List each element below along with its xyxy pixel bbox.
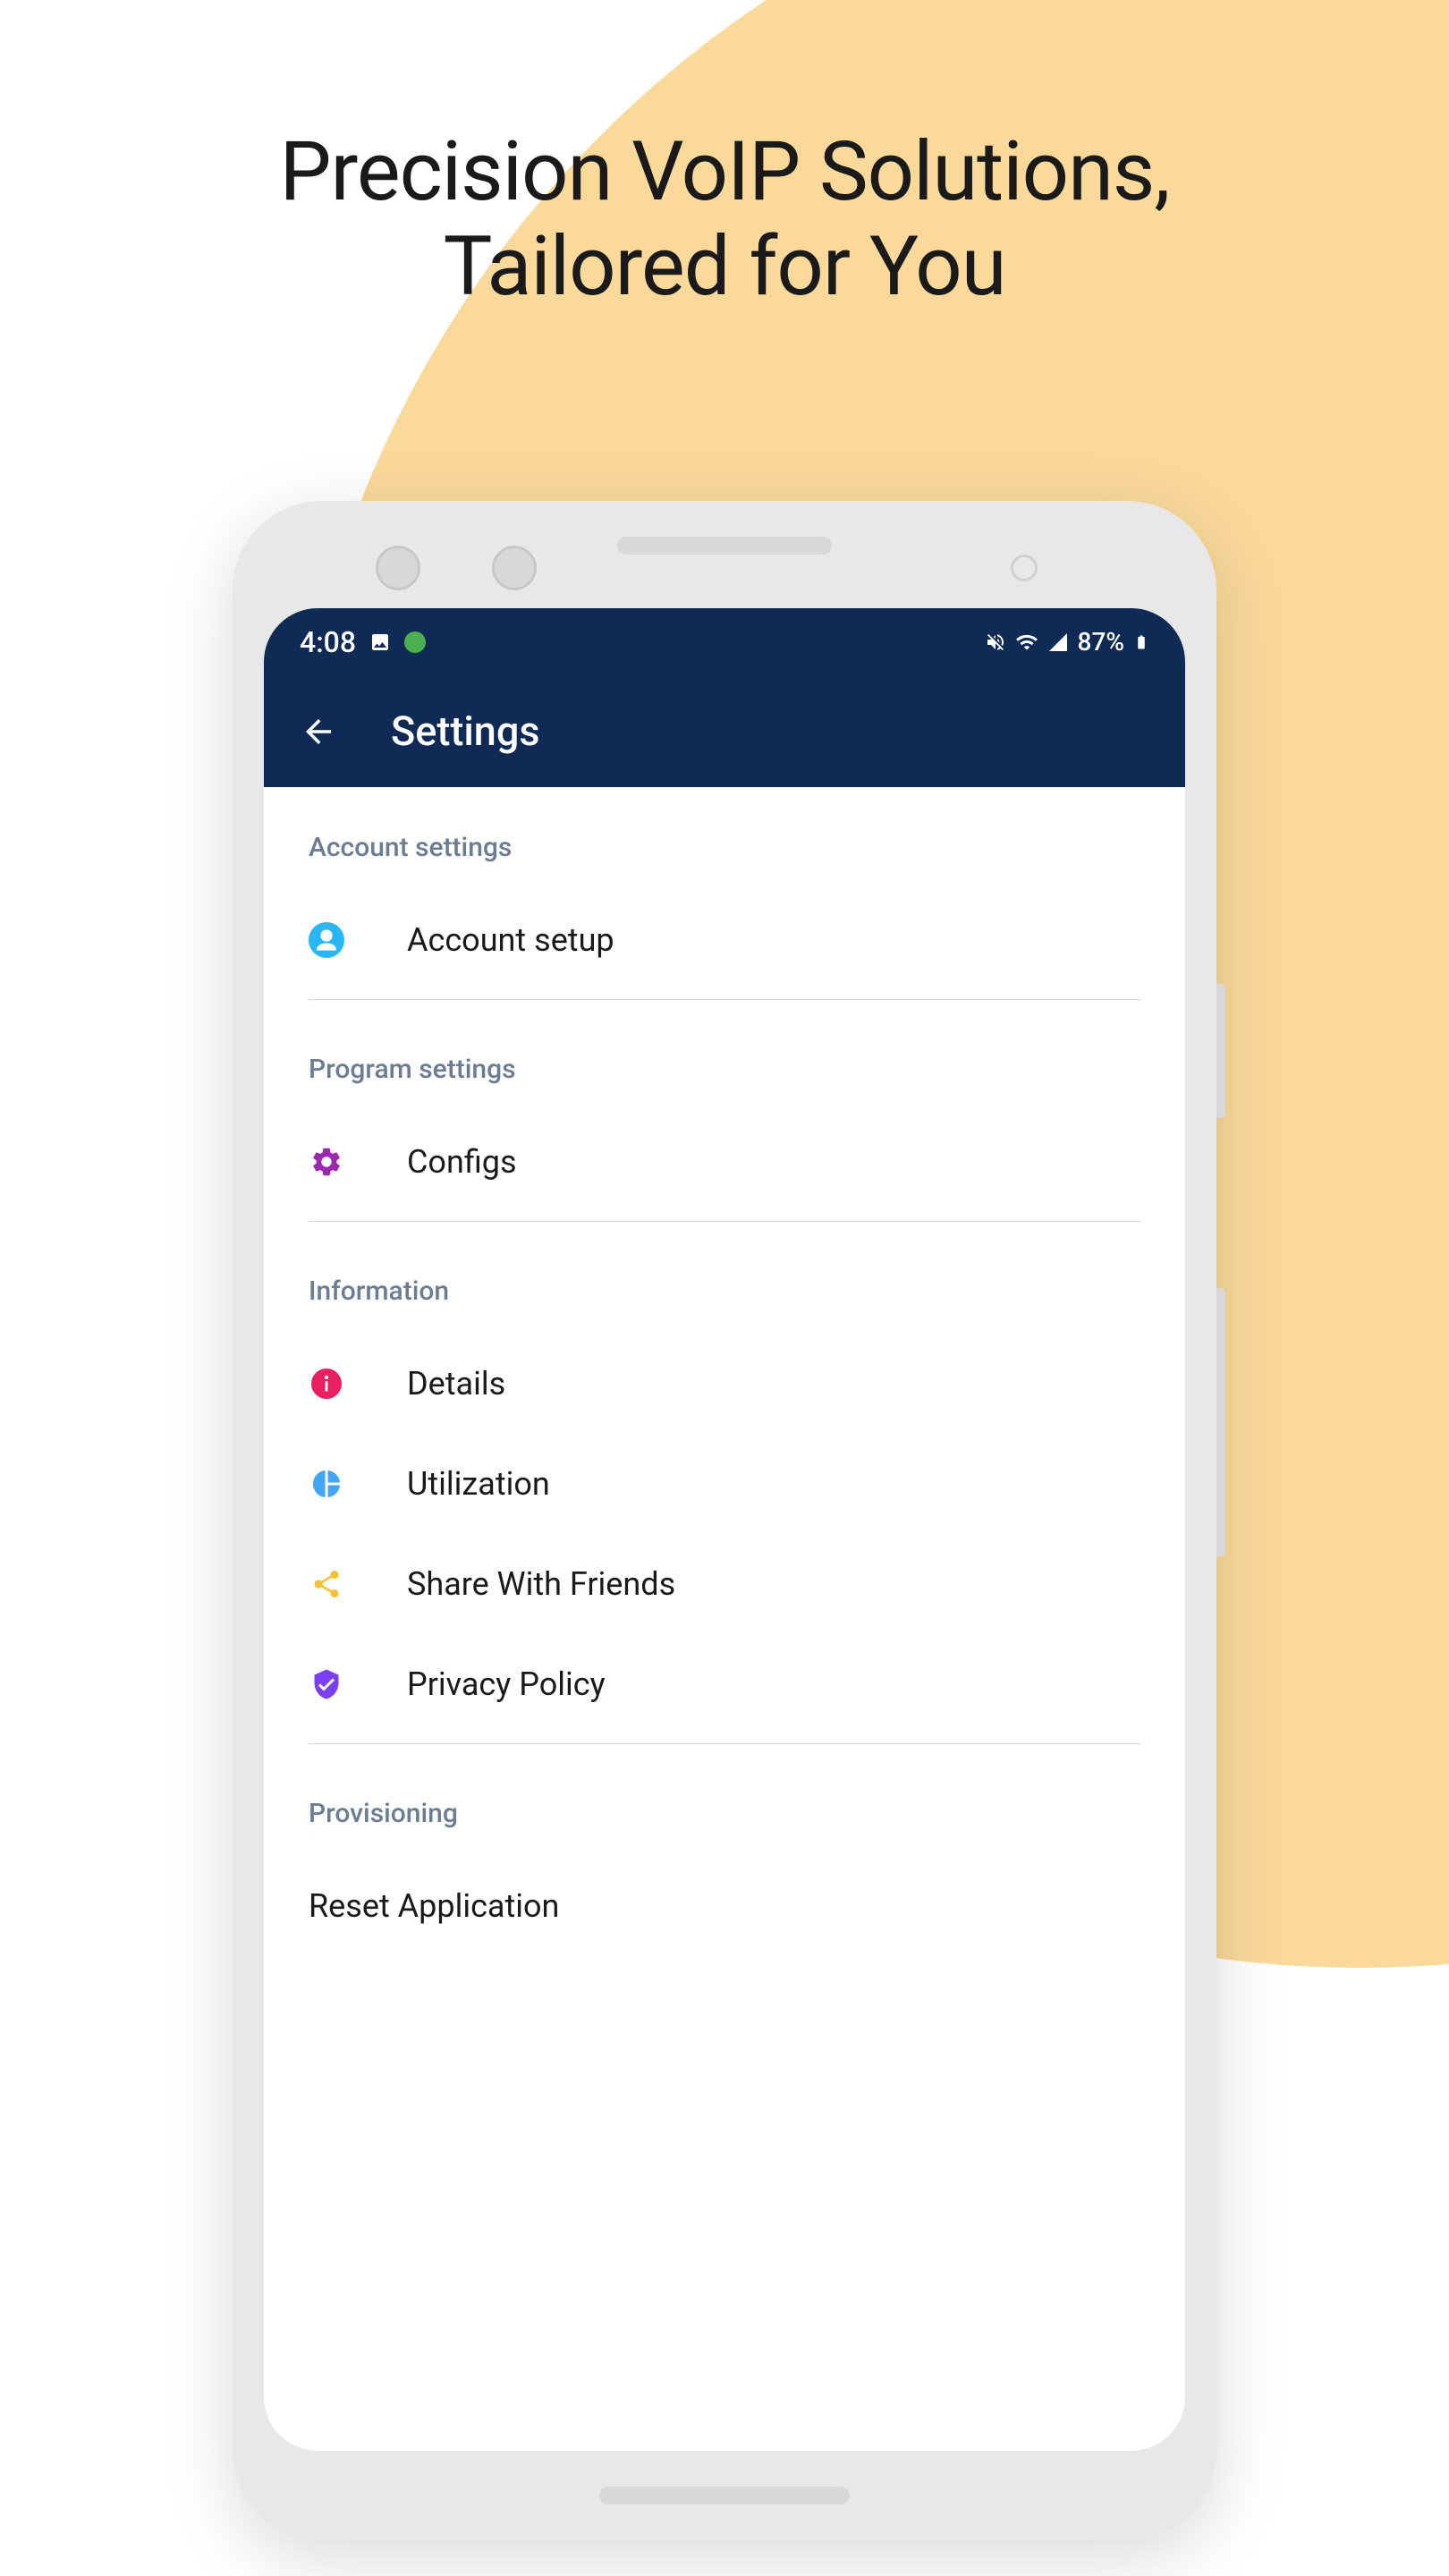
headline-line2: Tailored for You xyxy=(444,219,1006,315)
shield-icon xyxy=(309,1666,344,1702)
phone-speaker-area xyxy=(617,537,832,555)
back-arrow-icon[interactable] xyxy=(300,713,337,750)
mute-icon xyxy=(985,631,1006,653)
speaker-icon xyxy=(617,537,832,555)
section-header-account: Account settings xyxy=(264,787,1185,890)
gear-icon xyxy=(309,1144,344,1180)
divider xyxy=(309,999,1140,1000)
menu-item-label: Share With Friends xyxy=(407,1565,675,1603)
headline-line1: Precision VoIP Solutions, xyxy=(280,124,1170,220)
share-icon xyxy=(309,1566,344,1602)
menu-item-details[interactable]: Details xyxy=(264,1334,1185,1434)
menu-item-label: Privacy Policy xyxy=(407,1665,606,1703)
page-title: Settings xyxy=(391,708,540,755)
divider xyxy=(309,1221,1140,1222)
section-header-provisioning: Provisioning xyxy=(264,1753,1185,1856)
camera-icon xyxy=(376,546,420,590)
phone-side-button xyxy=(1216,984,1225,1118)
marketing-headline: Precision VoIP Solutions, Tailored for Y… xyxy=(0,0,1449,315)
section-header-information: Information xyxy=(264,1231,1185,1334)
info-icon xyxy=(309,1366,344,1402)
menu-item-label: Account setup xyxy=(407,921,614,959)
section-header-program: Program settings xyxy=(264,1009,1185,1112)
signal-icon xyxy=(1047,631,1069,653)
menu-item-utilization[interactable]: Utilization xyxy=(264,1434,1185,1534)
menu-item-privacy[interactable]: Privacy Policy xyxy=(264,1634,1185,1734)
phone-frame: 4:08 87% xyxy=(233,501,1216,2540)
camera-icon xyxy=(492,546,537,590)
pie-chart-icon xyxy=(309,1466,344,1502)
wifi-icon xyxy=(1015,631,1038,654)
status-dot-icon xyxy=(404,631,426,653)
status-left: 4:08 xyxy=(300,625,426,659)
battery-icon xyxy=(1133,631,1149,654)
settings-content: Account settings Account setup Program s… xyxy=(264,787,1185,1956)
menu-item-label: Reset Application xyxy=(309,1887,559,1925)
menu-item-reset[interactable]: Reset Application xyxy=(264,1856,1185,1956)
phone-screen: 4:08 87% xyxy=(264,608,1185,2451)
menu-item-label: Details xyxy=(407,1365,505,1402)
status-time: 4:08 xyxy=(300,625,356,659)
app-bar: Settings xyxy=(264,675,1185,787)
status-right: 87% xyxy=(985,627,1149,657)
user-icon xyxy=(309,922,344,958)
status-bar: 4:08 87% xyxy=(264,608,1185,675)
bottom-speaker-icon xyxy=(599,2487,850,2504)
phone-side-button xyxy=(1216,1288,1225,1556)
camera-icon xyxy=(1011,555,1038,581)
menu-item-label: Configs xyxy=(407,1143,517,1181)
menu-item-account-setup[interactable]: Account setup xyxy=(264,890,1185,990)
image-icon xyxy=(369,631,391,653)
menu-item-label: Utilization xyxy=(407,1465,550,1503)
divider xyxy=(309,1743,1140,1744)
menu-item-share[interactable]: Share With Friends xyxy=(264,1534,1185,1634)
battery-text: 87% xyxy=(1078,627,1124,657)
phone-mockup: 4:08 87% xyxy=(233,501,1216,2540)
menu-item-configs[interactable]: Configs xyxy=(264,1112,1185,1212)
